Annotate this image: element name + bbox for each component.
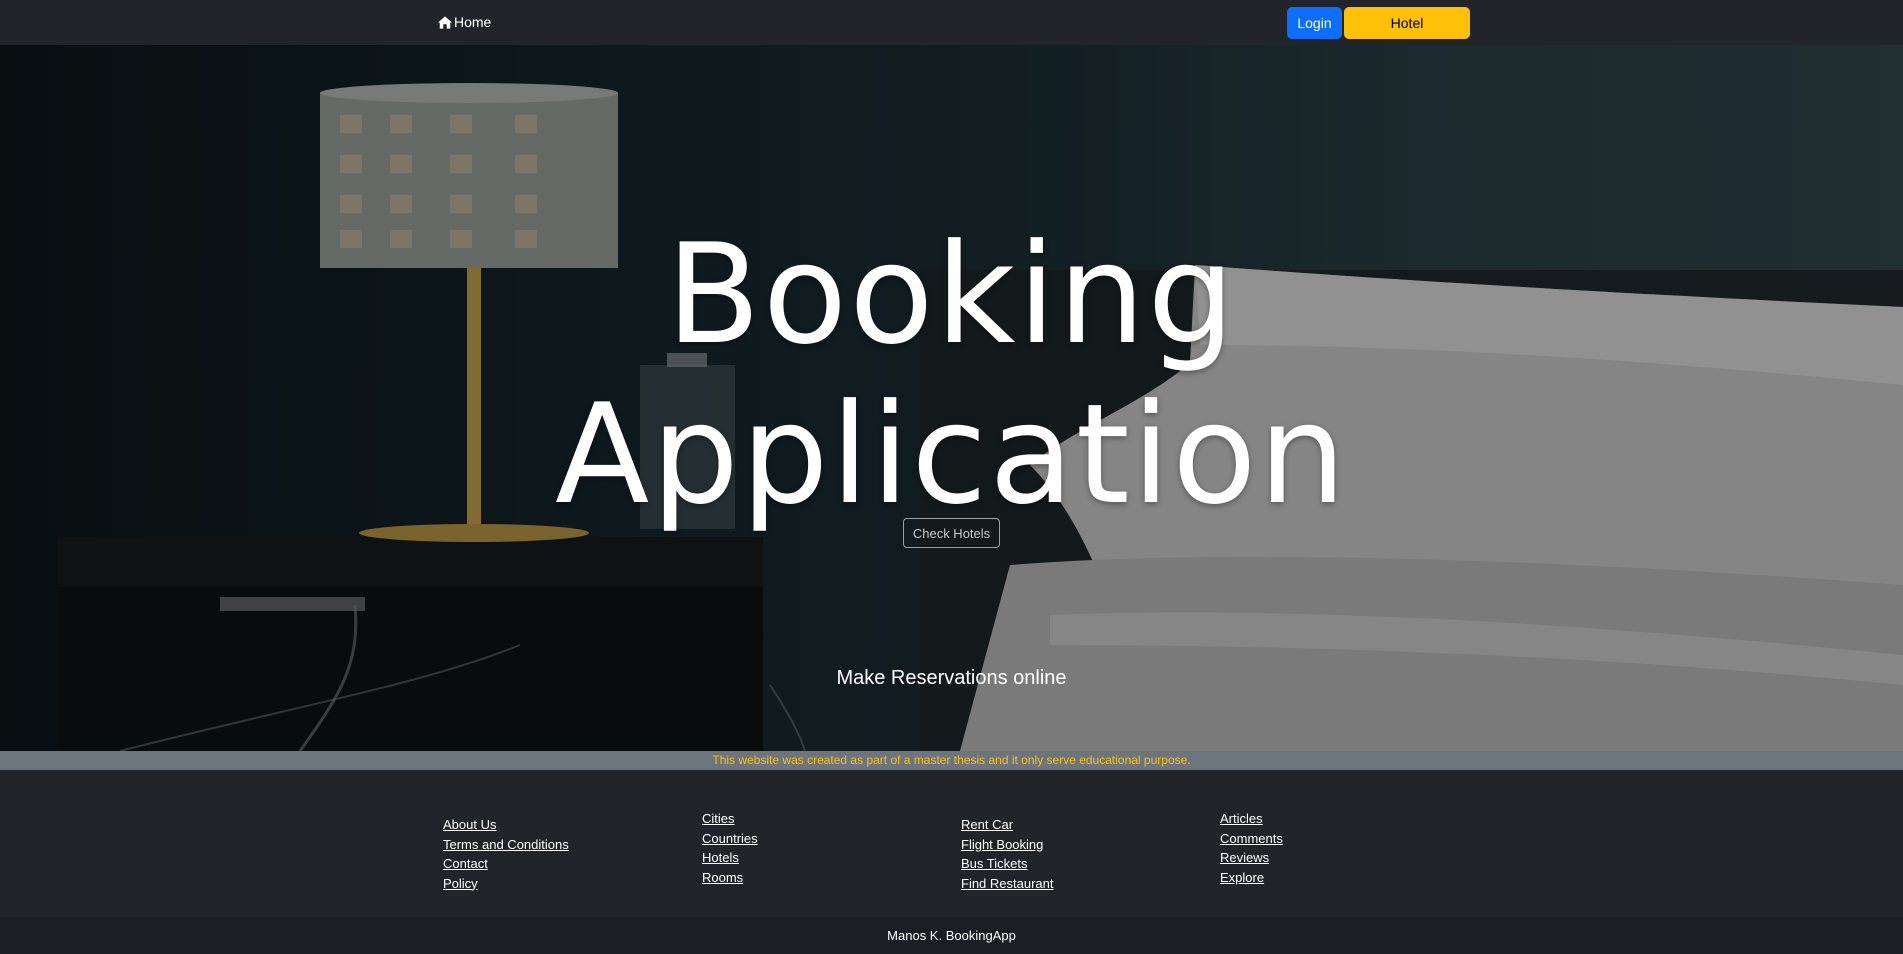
- home-link[interactable]: Home: [438, 14, 491, 30]
- hero-title-line1: Booking: [666, 214, 1237, 375]
- hero-title-line2: Application: [554, 374, 1349, 535]
- footer-link-find-restaurant[interactable]: Find Restaurant: [961, 874, 1054, 894]
- check-hotels-button[interactable]: Check Hotels: [903, 518, 1000, 548]
- copyright-bar: Manos K. BookingApp: [0, 917, 1903, 954]
- footer-links: About Us Terms and Conditions Contact Po…: [0, 770, 1903, 917]
- hotel-registration-button[interactable]: Hotel Registration: [1344, 7, 1470, 63]
- footer-link-explore[interactable]: Explore: [1220, 868, 1283, 888]
- disclaimer-notice: This website was created as part of a ma…: [0, 751, 1903, 770]
- home-label: Home: [454, 14, 492, 30]
- footer-link-terms[interactable]: Terms and Conditions: [443, 835, 569, 855]
- top-navbar: Home Login Hotel Registration: [0, 0, 1903, 63]
- footer-link-countries[interactable]: Countries: [702, 829, 758, 849]
- footer-link-flight-booking[interactable]: Flight Booking: [961, 835, 1054, 855]
- footer-column-services: Rent Car Flight Booking Bus Tickets Find…: [961, 815, 1054, 893]
- footer-link-rooms[interactable]: Rooms: [702, 868, 758, 888]
- hero-banner: Booking Application Check Hotels Make Re…: [0, 45, 1903, 751]
- footer-link-bus-tickets[interactable]: Bus Tickets: [961, 854, 1054, 874]
- footer-link-comments[interactable]: Comments: [1220, 829, 1283, 849]
- footer-column-places: Cities Countries Hotels Rooms: [702, 809, 758, 887]
- footer-link-contact[interactable]: Contact: [443, 854, 569, 874]
- home-icon: [438, 15, 452, 29]
- footer-column-community: Articles Comments Reviews Explore: [1220, 809, 1283, 887]
- footer-link-cities[interactable]: Cities: [702, 809, 758, 829]
- footer-column-info: About Us Terms and Conditions Contact Po…: [443, 815, 569, 893]
- footer-link-hotels[interactable]: Hotels: [702, 848, 758, 868]
- footer-link-rent-car[interactable]: Rent Car: [961, 815, 1054, 835]
- footer-link-about-us[interactable]: About Us: [443, 815, 569, 835]
- footer-link-reviews[interactable]: Reviews: [1220, 848, 1283, 868]
- hero-tagline: Make Reservations online: [836, 667, 1067, 689]
- footer-link-policy[interactable]: Policy: [443, 874, 569, 894]
- login-button[interactable]: Login: [1287, 7, 1342, 39]
- footer-link-articles[interactable]: Articles: [1220, 809, 1283, 829]
